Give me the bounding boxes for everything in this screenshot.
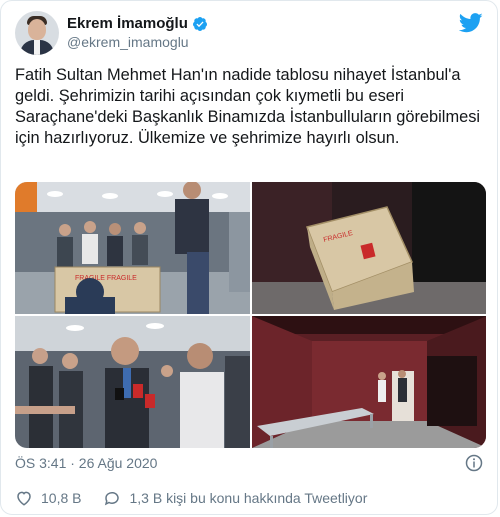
author-handle[interactable]: @ekrem_imamoglu: [67, 33, 208, 51]
avatar[interactable]: [15, 11, 59, 55]
author-name-row[interactable]: Ekrem İmamoğlu: [67, 15, 208, 33]
tweet-card: Ekrem İmamoğlu @ekrem_imamoglu Fatih Sul…: [0, 0, 498, 515]
photo-workers-crates[interactable]: FRAGILE FRAGILE: [15, 182, 250, 314]
talk-count: 1,3 B kişi bu konu hakkında Tweetliyor: [129, 490, 368, 506]
like-count: 10,8 B: [41, 490, 82, 506]
author-display-name[interactable]: Ekrem İmamoğlu: [67, 15, 188, 33]
photo-maroon-room[interactable]: [252, 316, 486, 448]
tweet-timestamp[interactable]: ÖS 3:41 · 26 Ağu 2020: [15, 455, 157, 471]
talk-action[interactable]: 1,3 B kişi bu konu hakkında Tweetliyor: [103, 489, 367, 507]
tweet-actions: 10,8 B 1,3 B kişi bu konu hakkında Tweet…: [15, 489, 389, 507]
twitter-bird-icon[interactable]: [459, 13, 483, 33]
info-icon[interactable]: [465, 454, 483, 472]
author-block: Ekrem İmamoğlu @ekrem_imamoglu: [67, 15, 208, 51]
photo-crate-room[interactable]: FRAGILE: [252, 182, 486, 314]
photo-4-image: [252, 316, 486, 448]
heart-icon: [17, 491, 31, 506]
tweet-header: Ekrem İmamoğlu @ekrem_imamoglu: [15, 11, 208, 55]
verified-badge-icon: [192, 17, 207, 31]
photo-1-image: FRAGILE FRAGILE: [15, 182, 250, 314]
photo-press-crowd[interactable]: [15, 316, 250, 448]
like-action[interactable]: 10,8 B: [15, 489, 81, 507]
photo-2-image: FRAGILE: [252, 182, 486, 314]
media-grid: FRAGILE FRAGILE FRAGILE: [15, 182, 486, 448]
photo-3-image: [15, 316, 250, 448]
tweet-text: Fatih Sultan Mehmet Han'ın nadide tablos…: [15, 66, 481, 147]
speech-bubble-icon: [105, 491, 120, 506]
